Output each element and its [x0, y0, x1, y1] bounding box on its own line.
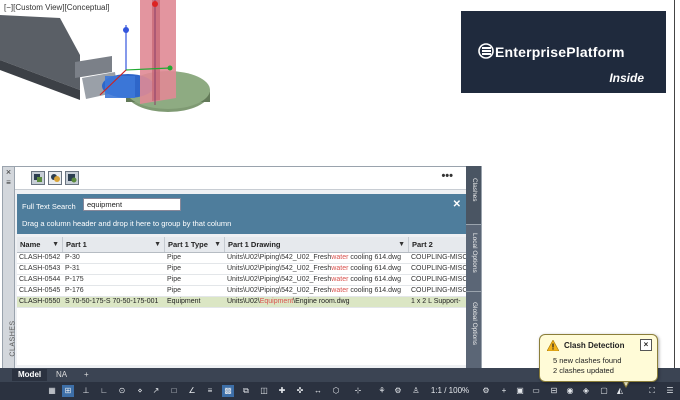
- ortho-icon[interactable]: ∟: [98, 385, 110, 397]
- table-row[interactable]: CLASH-0545 P-176 Pipe Units\U02\Piping\5…: [17, 286, 467, 297]
- palette-side-tabs: Clashes Local Options Global Options: [466, 166, 482, 369]
- column-header-part1-type[interactable]: Part 1 Type ▼: [165, 237, 225, 252]
- isodraft-icon[interactable]: ⋄: [134, 385, 146, 397]
- search-input[interactable]: [83, 198, 181, 211]
- units-display-icon[interactable]: ▣: [514, 385, 526, 397]
- quick-properties-icon[interactable]: ▭: [530, 385, 542, 397]
- filter-icon[interactable]: ▼: [154, 237, 161, 252]
- popup-close-button[interactable]: ×: [640, 339, 652, 351]
- grid-toggle-icon[interactable]: ⊞: [62, 385, 74, 397]
- search-panel: Full Text Search ✕ Drag a column header …: [17, 194, 467, 234]
- column-header-part2[interactable]: Part 2: [409, 237, 467, 252]
- clash-run-button[interactable]: [31, 171, 45, 185]
- clash-zoom-button[interactable]: [65, 171, 79, 185]
- search-clear-icon[interactable]: ✕: [453, 199, 461, 210]
- palette-title: CLASHES: [9, 320, 17, 357]
- table-row[interactable]: CLASH-0543 P-31 Pipe Units\U02\Piping\54…: [17, 264, 467, 275]
- search-label: Full Text Search: [22, 202, 76, 211]
- banner-title: EnterprisePlatform: [495, 44, 625, 60]
- workspace-gear-icon[interactable]: ⚙: [480, 385, 492, 397]
- filter-icon[interactable]: ▼: [398, 237, 405, 252]
- add-layout-button[interactable]: +: [78, 369, 95, 381]
- dynamic-ucs-icon[interactable]: ∠: [186, 385, 198, 397]
- table-row[interactable]: CLASH-0542 P-30 Pipe Units\U02\Piping\54…: [17, 253, 467, 264]
- enterprise-platform-banner: EnterprisePlatform Inside: [461, 11, 666, 93]
- lineweight-icon[interactable]: ≡: [204, 385, 216, 397]
- group-by-hint: Drag a column header and drop it here to…: [22, 219, 232, 228]
- popup-new-clashes: 5 new clashes found: [553, 356, 622, 365]
- model-space-icon[interactable]: ▦: [46, 385, 58, 397]
- palette-title-strip[interactable]: × ≡ CLASHES: [3, 167, 17, 369]
- gizmo-icon[interactable]: ↔: [312, 385, 324, 397]
- palette-toolbar: •••: [15, 167, 467, 190]
- warning-icon: [547, 340, 559, 351]
- workspace-switch-icon[interactable]: ⬡: [330, 385, 342, 397]
- palette-properties-icon[interactable]: ≡: [4, 178, 13, 187]
- enterprise-logo-icon: [478, 43, 494, 59]
- column-header-name[interactable]: Name ▼: [17, 237, 63, 252]
- clash-detection-notification[interactable]: Clash Detection × 5 new clashes found 2 …: [539, 334, 658, 382]
- filter-icon[interactable]: ▼: [214, 237, 221, 252]
- fullscreen-icon[interactable]: ⛶: [646, 385, 658, 397]
- banner-subtitle: Inside: [609, 71, 644, 85]
- tab-clashes[interactable]: Clashes: [466, 166, 481, 225]
- auto-scale-icon[interactable]: ⚙: [392, 385, 404, 397]
- clean-screen-icon[interactable]: ▢: [598, 385, 610, 397]
- annotate-icon[interactable]: +: [498, 385, 510, 397]
- graphics-performance-icon[interactable]: ◈: [580, 385, 592, 397]
- object-snap-icon[interactable]: □: [168, 385, 180, 397]
- annotation-scale-icon[interactable]: ♙: [410, 385, 422, 397]
- popup-updated-clashes: 2 clashes updated: [553, 366, 614, 375]
- polar-tracking-icon[interactable]: ⊙: [116, 385, 128, 397]
- popup-title: Clash Detection: [564, 341, 625, 350]
- palette-close-icon[interactable]: ×: [4, 167, 13, 177]
- snap-mode-icon[interactable]: ⊥: [80, 385, 92, 397]
- clash-table: Name ▼ Part 1 ▼ Part 1 Type ▼ Part 1 Drawin…: [17, 237, 467, 365]
- lock-ui-icon[interactable]: ⊟: [548, 385, 560, 397]
- clash-refresh-button[interactable]: [48, 171, 62, 185]
- table-row-selected[interactable]: CLASH-0550 S 70-50-175-S 70-50-175-001 E…: [17, 297, 467, 308]
- customization-menu-icon[interactable]: ☰: [664, 385, 676, 397]
- transparency-icon[interactable]: ▩: [222, 385, 234, 397]
- annotation-scale-label[interactable]: 1:1 / 100%: [426, 385, 474, 397]
- viewport-edge-line: [674, 0, 675, 368]
- units-icon[interactable]: ⊹: [352, 385, 364, 397]
- more-options-icon[interactable]: •••: [441, 170, 453, 182]
- column-header-part1[interactable]: Part 1 ▼: [63, 237, 165, 252]
- tab-model[interactable]: Model: [12, 369, 48, 381]
- selection-cycling-icon[interactable]: ⧉: [240, 385, 252, 397]
- status-bar: ▦ ⊞ ⊥ ∟ ⊙ ⋄ ↗ □ ∠ ≡ ▩ ⧉ ◫ ✚ ✜ ↔ ⬡ ⊹ ⚘ ⚙ …: [0, 382, 680, 400]
- 3d-model-graphic: [0, 0, 210, 112]
- column-header-part1-drawing[interactable]: Part 1 Drawing ▼: [225, 237, 409, 252]
- tab-na[interactable]: NA: [50, 369, 73, 381]
- 3d-osnap-icon[interactable]: ◫: [258, 385, 270, 397]
- annotation-visibility-icon[interactable]: ⚘: [376, 385, 388, 397]
- dynamic-input-icon[interactable]: ✚: [276, 385, 288, 397]
- isolate-objects-icon[interactable]: ◉: [564, 385, 576, 397]
- filter-icon[interactable]: ▼: [52, 237, 59, 252]
- annotation-monitor-icon[interactable]: ✜: [294, 385, 306, 397]
- tab-global-options[interactable]: Global Options: [466, 292, 481, 369]
- tab-local-options[interactable]: Local Options: [466, 225, 481, 292]
- table-header: Name ▼ Part 1 ▼ Part 1 Type ▼ Part 1 Drawin…: [17, 237, 467, 253]
- clashes-palette: × ≡ CLASHES ••• Full Text Search ✕ Drag …: [2, 166, 482, 370]
- object-snap-tracking-icon[interactable]: ↗: [150, 385, 162, 397]
- table-row[interactable]: CLASH-0544 P-175 Pipe Units\U02\Piping\5…: [17, 275, 467, 286]
